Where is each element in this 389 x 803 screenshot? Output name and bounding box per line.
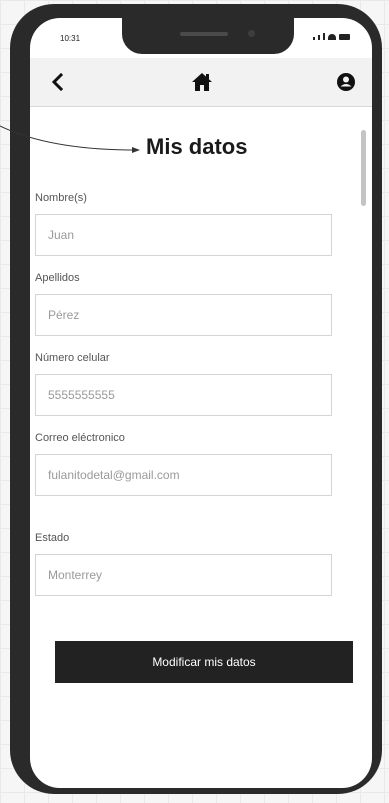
- apellidos-input[interactable]: Pérez: [35, 294, 332, 336]
- phone-notch: [122, 18, 294, 54]
- user-icon[interactable]: [336, 72, 356, 92]
- correo-input[interactable]: fulanitodetal@gmail.com: [35, 454, 332, 496]
- speaker-grille: [180, 32, 228, 36]
- page-title: Mis datos: [146, 134, 248, 159]
- chevron-left-icon[interactable]: [48, 72, 68, 92]
- status-icons: [313, 33, 350, 40]
- label-celular: Número celular: [35, 352, 110, 364]
- signal-icon: [323, 33, 325, 40]
- modificar-datos-button[interactable]: Modificar mis datos: [55, 641, 353, 683]
- battery-icon: [339, 34, 350, 40]
- nombre-input[interactable]: Juan: [35, 214, 332, 256]
- front-camera: [248, 30, 255, 37]
- status-time: 10:31: [60, 34, 81, 43]
- design-canvas: 10:31 Mis datos Nombre(s) Juan Apellidos…: [0, 0, 389, 803]
- label-apellidos: Apellidos: [35, 272, 80, 284]
- label-estado: Estado: [35, 532, 70, 544]
- wifi-icon: [328, 34, 336, 40]
- celular-input[interactable]: 5555555555: [35, 374, 332, 416]
- label-nombre: Nombre(s): [35, 192, 87, 204]
- label-correo: Correo eléctronico: [35, 432, 125, 444]
- signal-icon: [318, 35, 320, 40]
- scrollbar-thumb[interactable]: [361, 130, 366, 206]
- signal-icon: [313, 37, 315, 40]
- estado-input[interactable]: Monterrey: [35, 554, 332, 596]
- home-icon[interactable]: [191, 71, 213, 93]
- top-navbar: [30, 58, 372, 107]
